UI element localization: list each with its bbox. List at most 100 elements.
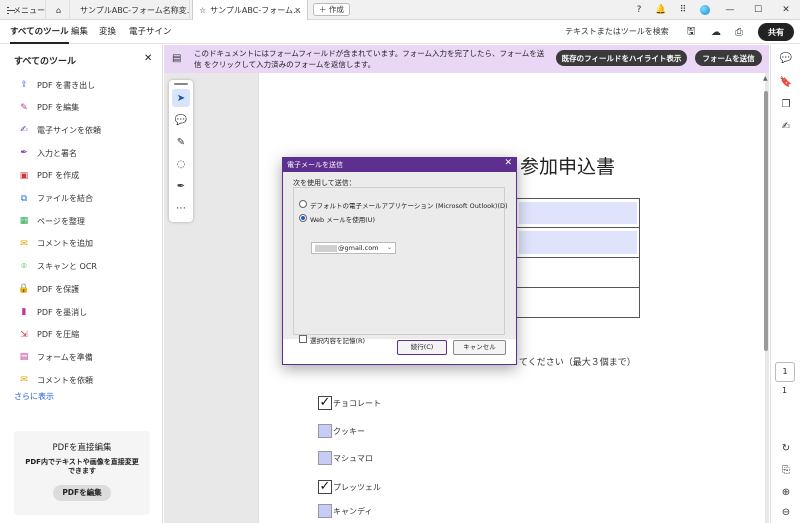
instruction-text: てください（最大３個まで）: [519, 358, 636, 368]
hamburger-icon: [7, 6, 15, 14]
form-checkbox[interactable]: [318, 504, 332, 518]
tool-label: スキャンと OCR: [37, 262, 97, 272]
menu-esign[interactable]: 電子サイン: [129, 20, 172, 44]
combine-files-icon: ⧉: [20, 193, 28, 204]
radio-web-mail[interactable]: [299, 214, 307, 222]
tool-item[interactable]: ✒ 入力と署名: [18, 144, 77, 162]
checkbox-label: クッキー: [333, 427, 365, 436]
scroll-thumb[interactable]: [764, 91, 768, 351]
upload-cloud-icon[interactable]: ☁: [708, 24, 724, 40]
compress-pdf-icon: ⇲: [20, 329, 28, 340]
close-window-button[interactable]: ✕: [772, 0, 800, 20]
highlight-fields-button[interactable]: 既存のフィールドをハイライト表示: [556, 50, 687, 66]
tool-item[interactable]: ▮ PDF を墨消し: [18, 303, 88, 321]
radio-default-app[interactable]: [299, 200, 307, 208]
tool-item[interactable]: ✉ コメントを追加: [18, 235, 93, 253]
tool-item[interactable]: ▣ PDF を作成: [18, 167, 79, 185]
draw-lasso-icon[interactable]: ◌: [172, 155, 190, 173]
fill-sign-icon[interactable]: ✍: [779, 119, 793, 133]
checkbox-label: プレッツェル: [333, 483, 381, 492]
page-number-input[interactable]: 1: [775, 362, 795, 382]
menu-all-tools[interactable]: すべてのツール: [10, 20, 69, 44]
remember-checkbox[interactable]: [299, 335, 307, 343]
tool-item[interactable]: ⌾ スキャンと OCR: [18, 258, 97, 276]
zoom-out-icon[interactable]: ⊖: [779, 505, 793, 519]
select-cursor-icon[interactable]: ➤: [172, 89, 190, 107]
pages-icon[interactable]: ❐: [779, 97, 793, 111]
tab-document-2[interactable]: ☆ サンプルABC-フォーム… ✕: [192, 0, 308, 20]
tool-item[interactable]: ✉ コメントを依頼: [18, 371, 93, 389]
web-mail-label: Web メールを使用(U): [310, 216, 376, 224]
checkbox-label: キャンディ: [333, 507, 373, 516]
print-icon[interactable]: ⎙: [731, 24, 747, 40]
maximize-button[interactable]: ☐: [744, 0, 772, 20]
tool-label: PDF を墨消し: [37, 307, 88, 317]
email-account-select[interactable]: @gmail.com ⌄: [311, 242, 396, 254]
menu-label: メニュー: [13, 5, 45, 15]
fill-sign-pen-icon[interactable]: ✒: [172, 177, 190, 195]
add-comment-icon[interactable]: 💬: [172, 111, 190, 129]
tab-document-1[interactable]: サンプルABC-フォーム名称変…: [72, 0, 190, 20]
form-field[interactable]: [519, 231, 637, 254]
tool-item[interactable]: ⧉ ファイルを結合: [18, 190, 93, 208]
form-field[interactable]: [519, 202, 637, 224]
vertical-scrollbar[interactable]: ▲: [763, 73, 769, 523]
tool-label: フォームを準備: [37, 352, 93, 362]
close-panel-icon[interactable]: ✕: [144, 53, 152, 64]
create-button[interactable]: ＋ 作成: [313, 3, 350, 16]
form-checkbox[interactable]: [318, 424, 332, 438]
menu-edit[interactable]: 編集: [71, 20, 88, 44]
highlight-pen-icon[interactable]: ✎: [172, 133, 190, 151]
tool-label: PDF を作成: [37, 171, 80, 181]
more-tools-icon[interactable]: ⋯: [172, 199, 190, 217]
minimize-button[interactable]: —: [716, 0, 744, 20]
star-icon[interactable]: ☆: [199, 6, 206, 15]
zoom-in-icon[interactable]: ⊕: [779, 485, 793, 499]
help-icon[interactable]: ?: [631, 2, 647, 18]
form-checkbox[interactable]: [318, 451, 332, 465]
promo-description: PDF内でテキストや画像を直接変更できます: [25, 458, 139, 475]
prepare-form-icon: ▤: [19, 352, 29, 363]
show-more-link[interactable]: さらに表示: [14, 391, 54, 402]
tool-item[interactable]: 🔒 PDF を保護: [18, 280, 79, 298]
tool-label: ページを整理: [37, 216, 85, 226]
tool-item[interactable]: ▤ フォームを準備: [18, 348, 93, 366]
menu-convert[interactable]: 変換: [99, 20, 116, 44]
home-button[interactable]: ⌂: [48, 0, 70, 20]
edit-pdf-button[interactable]: PDFを編集: [53, 485, 111, 501]
tool-item[interactable]: ✍ 電子サインを依頼: [18, 121, 101, 139]
notification-bell-icon[interactable]: 🔔: [653, 2, 669, 18]
request-comment-icon: ✉: [20, 375, 28, 386]
scroll-up-icon[interactable]: ▲: [763, 75, 768, 82]
tool-search[interactable]: テキストまたはツールを検索: [565, 20, 669, 44]
apps-grid-icon[interactable]: ⠿: [675, 2, 691, 18]
close-dialog-icon[interactable]: ✕: [504, 158, 512, 168]
form-banner: ▤ このドキュメントにはフォームフィールドが含まれています。フォーム入力を完了し…: [164, 45, 769, 73]
cancel-button[interactable]: キャンセル: [453, 340, 506, 355]
tool-item[interactable]: ⇪ PDF を書き出し: [18, 76, 95, 94]
create-pdf-icon: ▣: [19, 170, 29, 181]
tool-item[interactable]: ▦ ページを整理: [18, 212, 85, 230]
share-button[interactable]: 共有: [758, 23, 794, 41]
right-rail: 💬 🔖 ❐ ✍ ↻ ⎘ ⊕ ⊖: [770, 45, 800, 523]
menu-button[interactable]: メニュー: [2, 0, 46, 20]
form-checkbox[interactable]: ✓: [318, 396, 332, 410]
rotate-icon[interactable]: ↻: [779, 441, 793, 455]
all-tools-panel: すべてのツール ✕ ⇪ PDF を書き出し ✎ PDF を編集 ✍ 電子サインを依頼 ✒ 入力…: [0, 45, 163, 523]
extract-icon[interactable]: ⎘: [779, 463, 793, 477]
submit-form-button[interactable]: フォームを送信: [695, 50, 762, 66]
tool-item[interactable]: ✎ PDF を編集: [18, 99, 79, 117]
comments-panel-icon[interactable]: 💬: [779, 51, 793, 65]
promo-title: PDFを直接編集: [52, 443, 112, 453]
close-tab-icon[interactable]: ✕: [294, 6, 301, 15]
remember-label: 選択内容を記憶(R): [310, 337, 366, 345]
tool-item[interactable]: ⇲ PDF を圧縮: [18, 326, 79, 344]
avatar[interactable]: [697, 2, 713, 18]
form-checkbox[interactable]: ✓: [318, 480, 332, 494]
drag-handle[interactable]: [174, 83, 188, 85]
page-total: 1: [782, 386, 788, 395]
tool-label: PDF を編集: [37, 103, 80, 113]
save-icon[interactable]: 🖫: [683, 24, 699, 40]
continue-button[interactable]: 続行(C): [397, 340, 447, 355]
bookmarks-icon[interactable]: 🔖: [779, 75, 793, 89]
